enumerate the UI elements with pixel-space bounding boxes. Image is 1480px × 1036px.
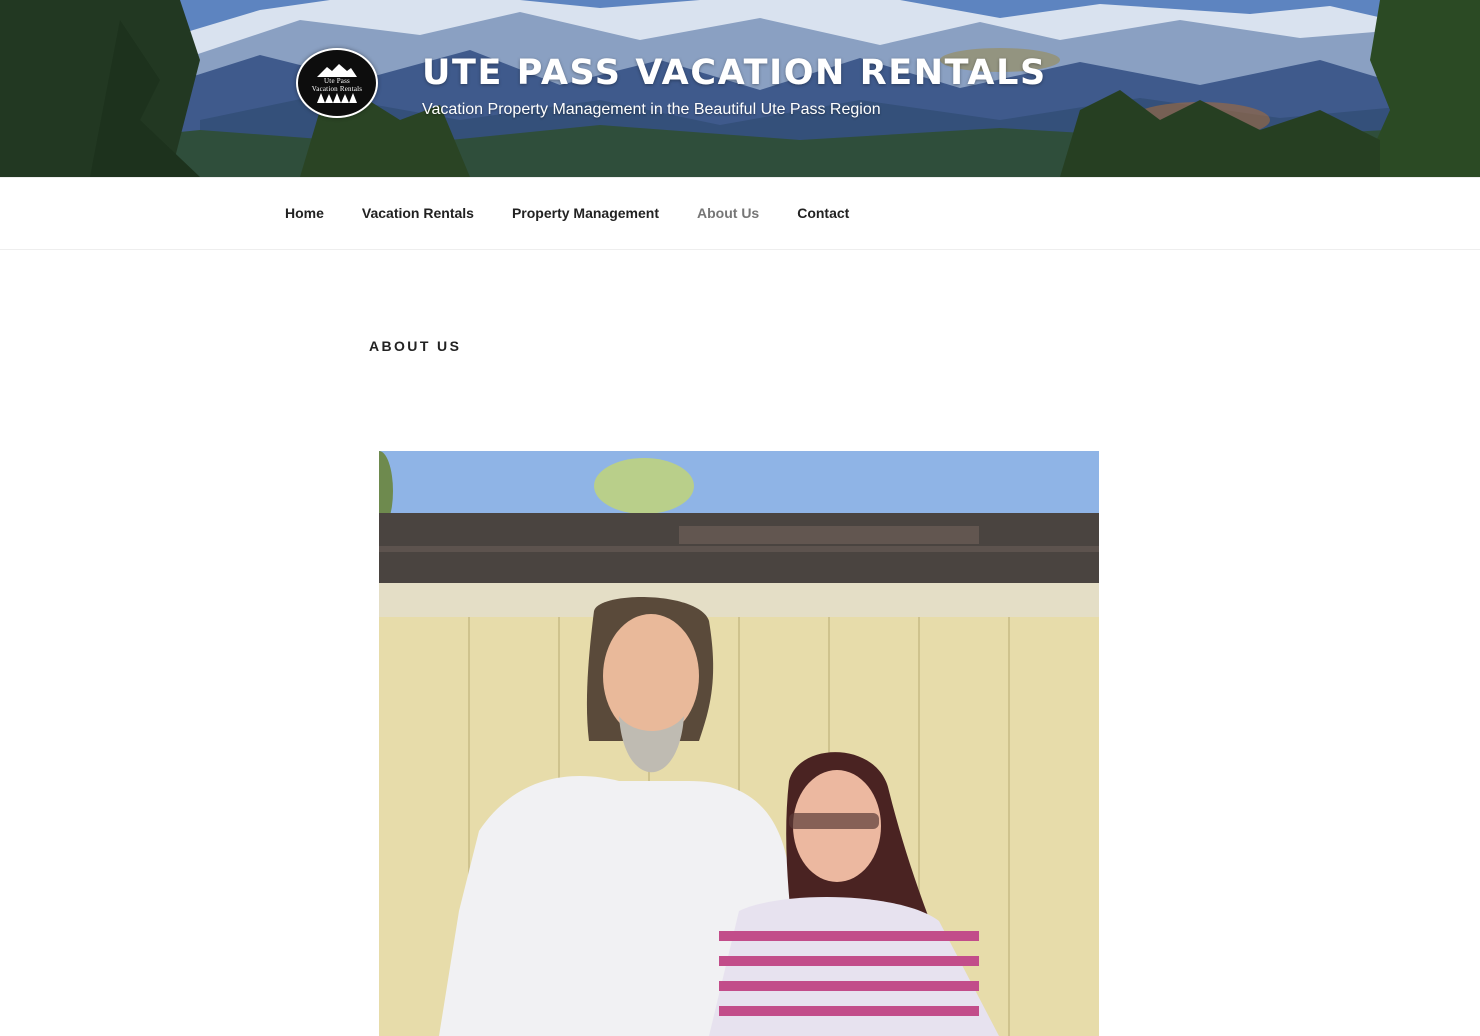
site-header: Ute Pass Vacation Rentals Ute Pass Vacat… xyxy=(0,0,1480,177)
logo-line-1: Ute Pass xyxy=(324,77,350,85)
page-title: About Us xyxy=(369,338,462,354)
nav-item-contact: Contact xyxy=(778,178,868,249)
mountain-logo-icon xyxy=(317,64,357,77)
nav-item-about-us: About Us xyxy=(678,178,778,249)
logo-line-2: Vacation Rentals xyxy=(311,85,363,93)
about-photo xyxy=(379,451,1099,1036)
site-description: Vacation Property Management in the Beau… xyxy=(422,101,881,118)
nav-menu: Home Vacation Rentals Property Managemen… xyxy=(266,178,868,249)
nav-link-property-management[interactable]: Property Management xyxy=(493,178,678,249)
nav-link-vacation-rentals[interactable]: Vacation Rentals xyxy=(343,178,493,249)
owners-photo-image xyxy=(379,451,1099,1036)
trees-logo-icon xyxy=(317,93,357,103)
nav-link-about-us[interactable]: About Us xyxy=(678,178,778,249)
nav-link-contact[interactable]: Contact xyxy=(778,178,868,249)
nav-item-vacation-rentals: Vacation Rentals xyxy=(343,178,493,249)
site-title-link[interactable]: Ute Pass Vacation Rentals xyxy=(422,48,1047,98)
nav-item-property-management: Property Management xyxy=(493,178,678,249)
site-logo[interactable]: Ute Pass Vacation Rentals xyxy=(296,48,378,118)
site-branding: Ute Pass Vacation Rentals Ute Pass Vacat… xyxy=(296,48,1047,120)
nav-link-home[interactable]: Home xyxy=(266,178,343,249)
nav-item-home: Home xyxy=(266,178,343,249)
main-navigation: Home Vacation Rentals Property Managemen… xyxy=(0,177,1480,250)
site-text: Ute Pass Vacation Rentals Vacation Prope… xyxy=(422,48,1047,120)
